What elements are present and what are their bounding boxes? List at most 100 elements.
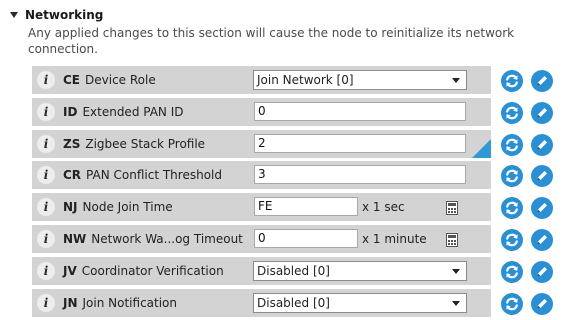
refresh-button[interactable]	[501, 70, 523, 92]
setting-row-jn: i JN Join Notification Disabled [0]	[32, 288, 568, 317]
select-value: Disabled [0]	[257, 263, 330, 278]
unit-label: x 1 sec	[362, 200, 405, 215]
section-description: Any applied changes to this section will…	[28, 26, 515, 56]
write-button[interactable]	[531, 165, 553, 188]
settings-list: i CE Device Role Join Network [0] i ID Ext…	[32, 66, 568, 320]
setting-panel: i JV Coordinator Verification Disabled [0…	[32, 256, 491, 285]
nw-input[interactable]: 0	[254, 228, 358, 248]
section-title: Networking	[25, 8, 104, 22]
calculator-icon[interactable]	[446, 232, 458, 247]
pencil-icon	[534, 105, 550, 121]
info-icon[interactable]: i	[37, 293, 55, 312]
setting-name: Join Notification	[82, 295, 178, 310]
nj-input[interactable]: FE	[254, 197, 358, 217]
chevron-down-icon	[452, 300, 460, 306]
refresh-icon	[504, 264, 520, 280]
info-icon[interactable]: i	[37, 261, 55, 280]
setting-name: Extended PAN ID	[82, 104, 184, 119]
refresh-icon	[504, 200, 520, 216]
ce-select[interactable]: Join Network [0]	[253, 70, 467, 90]
setting-row-id: i ID Extended PAN ID 0	[32, 97, 568, 126]
refresh-button[interactable]	[501, 292, 523, 315]
write-button[interactable]	[531, 228, 553, 251]
refresh-icon	[504, 105, 520, 121]
setting-name: Zigbee Stack Profile	[85, 136, 206, 151]
refresh-icon	[504, 296, 520, 312]
setting-code: JV	[63, 263, 77, 278]
write-button[interactable]	[531, 70, 553, 92]
setting-name: Device Role	[85, 73, 156, 87]
info-icon[interactable]: i	[37, 166, 55, 185]
refresh-icon	[504, 137, 520, 153]
chevron-down-icon	[452, 268, 460, 274]
jv-select[interactable]: Disabled [0]	[253, 260, 467, 281]
setting-label: ID Extended PAN ID	[63, 98, 184, 126]
setting-panel: i ZS Zigbee Stack Profile 2	[32, 129, 491, 158]
info-icon[interactable]: i	[37, 102, 55, 121]
setting-row-cr: i CR PAN Conflict Threshold 3	[32, 161, 568, 190]
jn-select[interactable]: Disabled [0]	[253, 292, 467, 313]
refresh-button[interactable]	[501, 101, 523, 124]
setting-code: ZS	[63, 136, 81, 151]
refresh-icon	[504, 168, 520, 184]
section-header-networking[interactable]: Networking	[10, 6, 103, 24]
setting-panel: i JN Join Notification Disabled [0]	[32, 288, 491, 317]
setting-name: Coordinator Verification	[81, 263, 224, 278]
modified-indicator	[472, 138, 491, 158]
write-button[interactable]	[531, 260, 553, 283]
refresh-icon	[504, 232, 520, 248]
setting-label: CE Device Role	[63, 66, 156, 94]
pencil-icon	[534, 168, 550, 184]
info-icon[interactable]: i	[37, 229, 55, 248]
write-button[interactable]	[531, 101, 553, 124]
pencil-icon	[534, 264, 550, 280]
pencil-icon	[534, 232, 550, 248]
info-icon[interactable]: i	[37, 198, 55, 217]
setting-label: JN Join Notification	[63, 289, 177, 317]
setting-code: CR	[63, 168, 82, 183]
pencil-icon	[534, 296, 550, 312]
setting-label: NW Network Wa...og Timeout	[63, 225, 243, 253]
refresh-button[interactable]	[501, 165, 523, 188]
refresh-icon	[504, 73, 520, 89]
unit-label: x 1 minute	[362, 231, 427, 246]
setting-row-nj: i NJ Node Join Time FE x 1 sec	[32, 193, 568, 222]
setting-label: NJ Node Join Time	[63, 193, 173, 221]
write-button[interactable]	[531, 133, 553, 156]
setting-code: CE	[63, 73, 81, 87]
write-button[interactable]	[531, 197, 553, 220]
write-button[interactable]	[531, 292, 553, 315]
setting-name: Network Wa...og Timeout	[91, 231, 243, 246]
setting-panel: i CR PAN Conflict Threshold 3	[32, 161, 491, 190]
triangle-down-icon[interactable]	[10, 12, 18, 18]
setting-panel: i CE Device Role Join Network [0]	[32, 66, 491, 94]
info-icon[interactable]: i	[37, 134, 55, 153]
refresh-button[interactable]	[501, 228, 523, 251]
setting-panel: i ID Extended PAN ID 0	[32, 97, 491, 126]
select-value: Join Network [0]	[257, 73, 354, 87]
setting-code: NJ	[63, 200, 78, 215]
refresh-button[interactable]	[501, 197, 523, 220]
setting-label: ZS Zigbee Stack Profile	[63, 130, 205, 158]
refresh-button[interactable]	[501, 133, 523, 156]
setting-code: JN	[63, 295, 78, 310]
setting-row-jv: i JV Coordinator Verification Disabled [0…	[32, 256, 568, 285]
chevron-down-icon	[452, 78, 460, 83]
select-value: Disabled [0]	[257, 295, 330, 310]
refresh-button[interactable]	[501, 260, 523, 283]
setting-row-nw: i NW Network Wa...og Timeout 0 x 1 minute	[32, 224, 568, 253]
setting-panel: i NW Network Wa...og Timeout 0 x 1 minute	[32, 224, 491, 253]
setting-row-zs: i ZS Zigbee Stack Profile 2	[32, 129, 568, 158]
pencil-icon	[534, 200, 550, 216]
setting-label: CR PAN Conflict Threshold	[63, 161, 222, 189]
zs-input[interactable]: 2	[254, 133, 466, 153]
setting-code: ID	[63, 104, 78, 119]
pencil-icon	[534, 73, 550, 89]
setting-label: JV Coordinator Verification	[63, 257, 224, 285]
id-input[interactable]: 0	[254, 101, 466, 121]
calculator-icon[interactable]	[446, 200, 458, 216]
cr-input[interactable]: 3	[254, 165, 466, 185]
pencil-icon	[534, 137, 550, 153]
info-icon[interactable]: i	[37, 71, 55, 89]
setting-code: NW	[63, 231, 87, 246]
